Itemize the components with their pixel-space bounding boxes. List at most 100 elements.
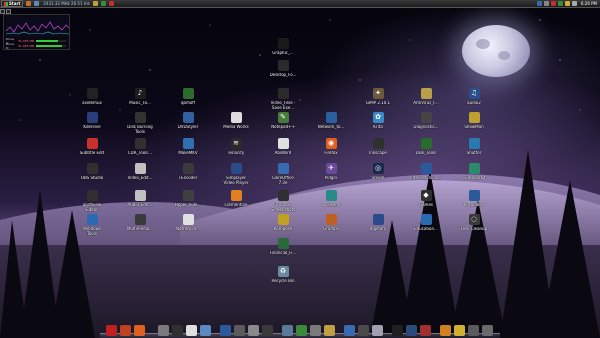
desktop-icon-label: Multimedia... xyxy=(126,227,154,231)
desktop-icon[interactable]: Gramps xyxy=(313,214,349,232)
smile-icon[interactable] xyxy=(454,325,465,336)
quicklaunch-app-icon[interactable] xyxy=(100,1,106,6)
desktop-icon[interactable]: Inkscape xyxy=(360,138,396,156)
desktop-icon[interactable]: Video_Files - Save Exe... xyxy=(265,88,301,110)
trash-icon[interactable] xyxy=(482,325,493,336)
desktop-icon[interactable]: ♫ audio2 xyxy=(456,88,492,106)
desktop-icon[interactable]: ♪ Music_Fa... xyxy=(122,88,158,106)
desktop-icon[interactable]: ✈ Pidgin xyxy=(313,163,349,181)
tray-battery-icon[interactable] xyxy=(571,1,577,6)
desktop-icon[interactable]: Simplayer Video Player xyxy=(218,163,254,185)
gear-icon[interactable] xyxy=(440,325,451,336)
ball-icon[interactable] xyxy=(120,325,131,336)
terminal-icon[interactable] xyxy=(392,325,403,336)
desktop-icon[interactable]: Thumbs Screenshots xyxy=(265,190,301,212)
document-icon[interactable] xyxy=(186,325,197,336)
quicklaunch-firefox-icon[interactable] xyxy=(26,1,32,6)
screen-icon[interactable] xyxy=(282,325,293,336)
desktop-icon[interactable]: Disk_Tools xyxy=(408,138,444,156)
graphic-icon xyxy=(277,38,289,49)
desktop-icon[interactable]: qpdfview Editor xyxy=(74,190,110,212)
desktop-icon[interactable]: Desktop_Fo... xyxy=(265,60,301,78)
disc-icon[interactable] xyxy=(372,325,383,336)
music-icon[interactable] xyxy=(420,325,431,336)
desktop-icon[interactable]: Clementine xyxy=(218,190,254,208)
tool-icon[interactable] xyxy=(310,325,321,336)
desktop-icon[interactable]: Video_Edit... xyxy=(122,163,158,181)
desktop-icon[interactable]: Kdenlive xyxy=(74,112,110,130)
tray-update-icon[interactable] xyxy=(557,1,563,6)
camera-icon[interactable] xyxy=(262,325,273,336)
folder-icon[interactable] xyxy=(324,325,335,336)
desktop-icon[interactable]: Graphic_... xyxy=(265,38,301,56)
desktop-icon[interactable]: Hyper_Vide... xyxy=(170,190,206,208)
tray-alert-icon[interactable] xyxy=(550,1,556,6)
media-icon[interactable] xyxy=(406,325,417,336)
desktop-icon[interactable]: MakeMKV xyxy=(170,138,206,156)
joystick-icon[interactable] xyxy=(172,325,183,336)
digikam-icon xyxy=(372,214,384,225)
image-icon[interactable] xyxy=(200,325,211,336)
quicklaunch-explorer-icon[interactable] xyxy=(34,1,40,6)
desktop-icon[interactable]: Internet_Tools... xyxy=(408,163,444,181)
desktop-icon[interactable]: NotheyOn... xyxy=(170,214,206,232)
desktop-icon[interactable]: ≋ Tenacity xyxy=(218,138,254,156)
tray-security-icon[interactable] xyxy=(564,1,570,6)
desktop-icon[interactable]: Subtitle Edit xyxy=(74,138,110,156)
audio-icon: ♫ xyxy=(468,88,480,99)
desktop-icon[interactable]: ◎ Steam xyxy=(360,163,396,181)
desktop-icon[interactable]: Media Works xyxy=(218,112,254,130)
desktop-icon[interactable]: LibreOffice 7.3e xyxy=(265,163,301,185)
tray-network-icon[interactable] xyxy=(536,1,542,6)
globe-icon[interactable] xyxy=(220,325,231,336)
desktop-icon[interactable]: qomoff xyxy=(170,88,206,106)
desktop-icon[interactable]: ✎ Notepad++ xyxy=(265,112,301,130)
desktop-icon-label: Simplayer Video Player xyxy=(223,176,249,185)
desktop-icon-label: Diagnostic... xyxy=(413,125,439,129)
desktop-icon[interactable]: ◉ Firefox xyxy=(313,138,349,156)
desktop-icon[interactable]: Kompose xyxy=(265,214,301,232)
desktop-icon[interactable]: Audio_Edit... xyxy=(122,190,158,208)
tenacity-icon: ≋ xyxy=(230,138,242,149)
start-button[interactable]: Start xyxy=(1,0,24,7)
stack-icon[interactable] xyxy=(468,325,479,336)
desktop-icon[interactable]: ♻ Recycle Bin xyxy=(265,266,301,284)
desktop-icon[interactable]: VirtualBox xyxy=(456,190,492,208)
desktop-icon[interactable]: Shutter xyxy=(456,138,492,156)
desktop-icon[interactable]: CDR_Tools... xyxy=(122,138,158,156)
settings-icon[interactable] xyxy=(234,325,245,336)
utility-icon[interactable] xyxy=(158,325,169,336)
folder-icon[interactable] xyxy=(344,325,355,336)
quicklaunch-media-icon[interactable] xyxy=(108,1,114,6)
desktop-icon[interactable]: ✿ Krita xyxy=(360,112,396,130)
desktop-icon[interactable]: ◆ Games xyxy=(408,190,444,208)
desktop-icon[interactable]: Financial_Fi... xyxy=(265,238,301,256)
desktop-icon[interactable]: ◌ Disk Cleanup xyxy=(456,214,492,232)
desktop-icon[interactable]: Multimedia... xyxy=(122,214,158,232)
printer-icon[interactable] xyxy=(358,325,369,336)
desktop-icon[interactable]: ShowMan xyxy=(456,112,492,130)
quicklaunch-folder-icon[interactable] xyxy=(92,1,98,6)
tray-volume-icon[interactable] xyxy=(543,1,549,6)
desktop-icon[interactable]: localsend xyxy=(313,190,349,208)
desktop-icon[interactable]: digiKam xyxy=(360,214,396,232)
desktop-icon[interactable]: CCleaner64 xyxy=(456,163,492,181)
desktop-icon[interactable]: Disk Burning Tools xyxy=(122,112,158,134)
firefox-icon[interactable] xyxy=(134,325,145,336)
desktop-icon[interactable]: AbiWord xyxy=(265,138,301,156)
desktop-icon[interactable]: DVDStyler xyxy=(170,112,206,130)
system-clock[interactable]: 6:26 PM xyxy=(581,1,597,6)
desktop-icon[interactable]: Education... xyxy=(408,214,444,232)
desktop-icon[interactable]: Diagnostic... xyxy=(408,112,444,130)
red-app-icon[interactable] xyxy=(106,325,117,336)
ball-icon[interactable] xyxy=(248,325,259,336)
chat-icon[interactable] xyxy=(296,325,307,336)
desktop-icon[interactable]: OBS Studio xyxy=(74,163,110,181)
desktop-icon[interactable]: TEncoder xyxy=(170,163,206,181)
desktop-icon[interactable]: ✦ GIMP 2.10.1 xyxy=(360,88,396,106)
desktop-icon[interactable]: Windows Tools xyxy=(74,214,110,236)
desktop-icon[interactable]: avidemux xyxy=(74,88,110,106)
desktop-icon-label: Desktop_Fo... xyxy=(269,73,297,77)
desktop-icon[interactable]: AntiVirus_F... xyxy=(408,88,444,106)
desktop-icon[interactable]: Network_to... xyxy=(313,112,349,130)
